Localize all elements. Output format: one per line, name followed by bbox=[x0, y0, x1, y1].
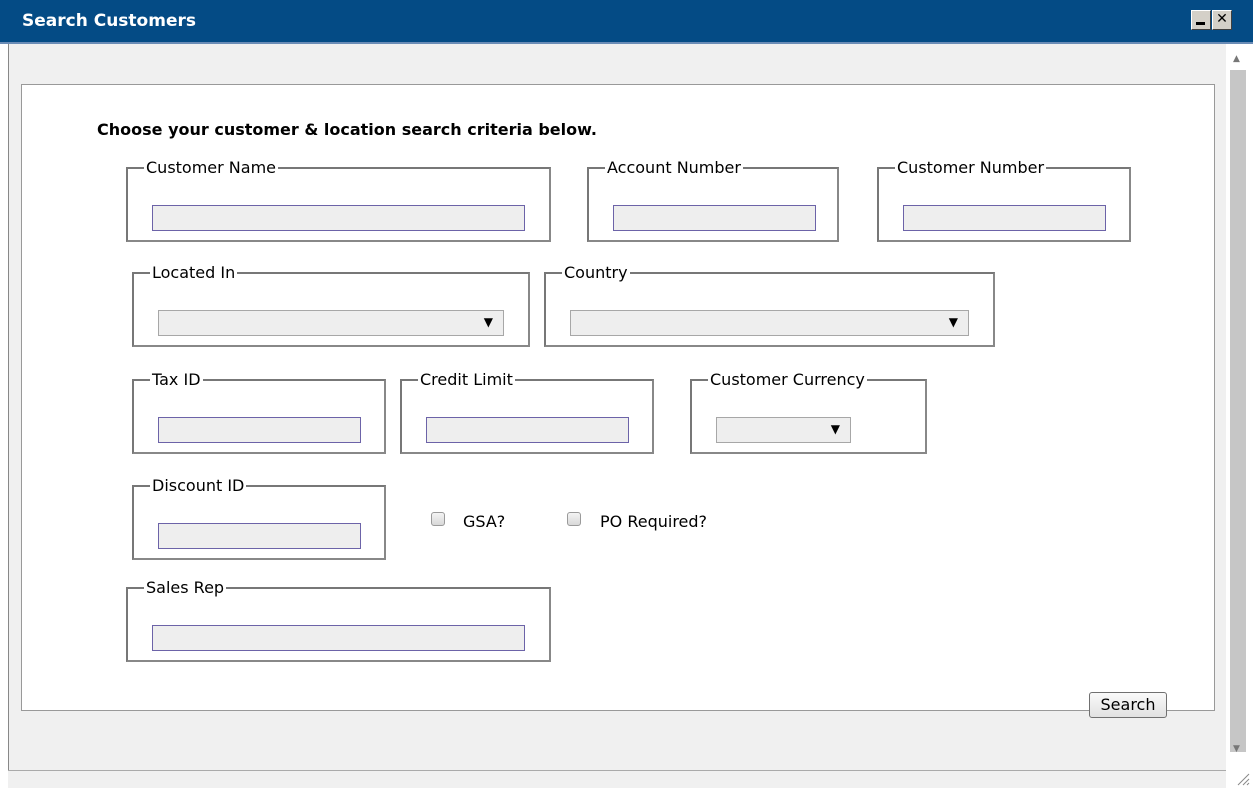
customer-number-group: Customer Number bbox=[877, 160, 1131, 242]
customer-name-label: Customer Name bbox=[146, 158, 277, 177]
gsa-label: GSA? bbox=[463, 512, 506, 531]
tax-id-label: Tax ID bbox=[152, 370, 201, 389]
located-in-label: Located In bbox=[152, 263, 236, 282]
customer-currency-select[interactable]: ▼ bbox=[716, 417, 851, 443]
close-icon: ✕ bbox=[1216, 11, 1228, 27]
customer-name-group: Customer Name bbox=[126, 160, 551, 242]
discount-id-group: Discount ID bbox=[132, 478, 386, 560]
tax-id-group: Tax ID bbox=[132, 372, 386, 454]
credit-limit-group: Credit Limit bbox=[400, 372, 654, 454]
located-in-group: Located In ▼ bbox=[132, 265, 530, 347]
customer-currency-group: Customer Currency ▼ bbox=[690, 372, 927, 454]
minimize-button[interactable] bbox=[1191, 10, 1211, 30]
minimize-icon bbox=[1196, 22, 1205, 25]
scroll-up-icon[interactable]: ▲ bbox=[1233, 54, 1240, 64]
search-criteria-panel: Choose your customer & location search c… bbox=[21, 84, 1215, 711]
discount-id-label: Discount ID bbox=[152, 476, 245, 495]
tax-id-input[interactable] bbox=[158, 417, 361, 443]
po-required-checkbox[interactable] bbox=[567, 512, 581, 526]
country-label: Country bbox=[564, 263, 628, 282]
resize-grip-icon[interactable] bbox=[1232, 768, 1250, 786]
gsa-checkbox[interactable] bbox=[431, 512, 445, 526]
discount-id-input[interactable] bbox=[158, 523, 361, 549]
dialog-body: Choose your customer & location search c… bbox=[8, 44, 1227, 770]
account-number-label: Account Number bbox=[607, 158, 741, 177]
scrollbar-thumb[interactable] bbox=[1230, 70, 1246, 752]
close-button[interactable]: ✕ bbox=[1212, 10, 1232, 30]
status-strip bbox=[8, 770, 1226, 788]
credit-limit-label: Credit Limit bbox=[420, 370, 513, 389]
sales-rep-label: Sales Rep bbox=[146, 578, 225, 597]
located-in-select[interactable]: ▼ bbox=[158, 310, 504, 336]
sales-rep-group: Sales Rep bbox=[126, 580, 551, 662]
instructions-text: Choose your customer & location search c… bbox=[97, 120, 597, 139]
customer-name-input[interactable] bbox=[152, 205, 525, 231]
window-titlebar: Search Customers ✕ bbox=[0, 0, 1253, 44]
country-select[interactable]: ▼ bbox=[570, 310, 969, 336]
scroll-down-icon[interactable]: ▼ bbox=[1233, 744, 1240, 754]
customer-currency-label: Customer Currency bbox=[710, 370, 865, 389]
po-required-label: PO Required? bbox=[600, 512, 708, 531]
window-title: Search Customers bbox=[22, 11, 196, 31]
customer-number-input[interactable] bbox=[903, 205, 1106, 231]
country-group: Country ▼ bbox=[544, 265, 995, 347]
chevron-down-icon: ▼ bbox=[948, 315, 958, 329]
credit-limit-input[interactable] bbox=[426, 417, 629, 443]
search-button[interactable]: Search bbox=[1089, 692, 1167, 718]
customer-number-label: Customer Number bbox=[897, 158, 1045, 177]
chevron-down-icon: ▼ bbox=[830, 422, 840, 436]
chevron-down-icon: ▼ bbox=[483, 315, 493, 329]
account-number-group: Account Number bbox=[587, 160, 839, 242]
sales-rep-input[interactable] bbox=[152, 625, 525, 651]
vertical-scrollbar[interactable]: ▲ ▼ bbox=[1226, 44, 1253, 788]
account-number-input[interactable] bbox=[613, 205, 816, 231]
